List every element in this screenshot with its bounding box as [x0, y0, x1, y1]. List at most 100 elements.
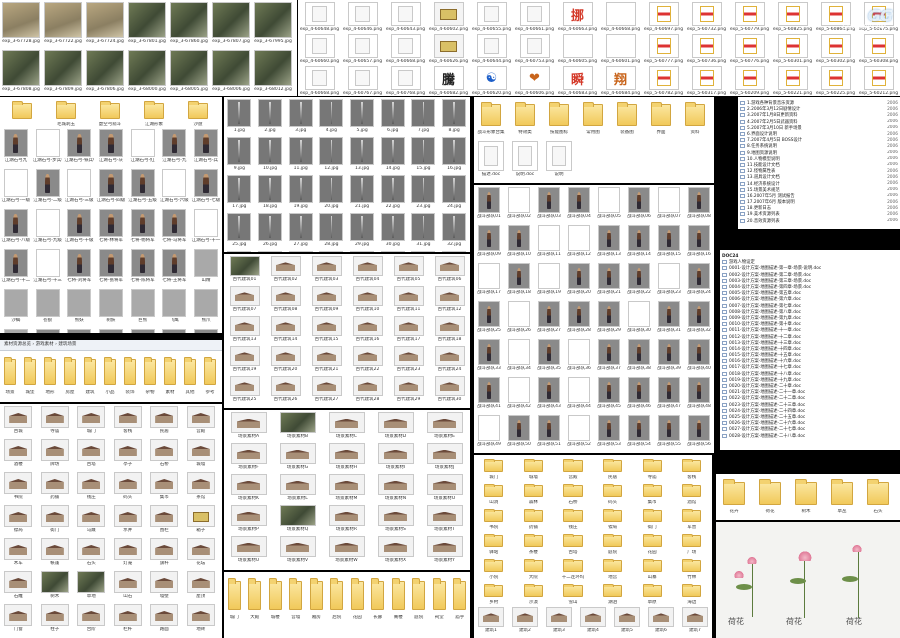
file-item[interactable]: 战斗部队31 [654, 299, 684, 337]
file-item[interactable]: 江湖石弓-八级 [0, 207, 32, 247]
file-item[interactable]: 战斗部队36 [564, 337, 594, 375]
file-item[interactable]: 战斗部队27 [534, 299, 564, 337]
file-item[interactable]: 战斗部队48 [684, 375, 714, 413]
file-item[interactable]: 民居 [593, 455, 633, 480]
file-item[interactable]: 场景素材B [273, 410, 322, 441]
file-item[interactable]: 战斗部队23 [654, 261, 684, 299]
file-item[interactable]: 界面 [644, 97, 678, 139]
file-item[interactable]: 场景素材K [224, 472, 273, 503]
file-item[interactable]: 战斗部队39 [654, 337, 684, 375]
file-item[interactable]: 阁楼 [388, 572, 409, 636]
file-item[interactable]: 场景素材R [322, 503, 371, 534]
file-item[interactable]: 花坛 [183, 536, 220, 569]
file-item[interactable]: 宫墙 [286, 572, 307, 636]
file-item[interactable]: 战斗部队05 [594, 185, 624, 223]
file-item[interactable]: 古代建筑27 [306, 374, 347, 404]
file-item[interactable]: exp_4-60602.png [427, 0, 470, 32]
file-item[interactable]: 集市 [146, 470, 183, 503]
file-item[interactable]: 古代建筑15 [306, 314, 347, 344]
file-item[interactable]: 江湖石弓-二级 [32, 167, 64, 207]
file-item[interactable]: 场景素材I [371, 441, 420, 472]
file-item[interactable]: 战斗部队06 [624, 185, 654, 223]
file-item[interactable]: 战斗部队35 [534, 337, 564, 375]
file-item[interactable]: 七将-张将军 [95, 247, 127, 287]
file-item[interactable]: 场景素材T [420, 503, 469, 534]
file-item[interactable]: 沙漠 [514, 580, 554, 605]
file-item[interactable]: 场景素材G [273, 441, 322, 472]
file-item[interactable]: 古代建筑16 [347, 314, 388, 344]
file-item[interactable]: 古代建筑22 [347, 344, 388, 374]
file-item[interactable]: 江湖石弓-四级 [95, 167, 127, 207]
file-item[interactable]: 城门 [73, 404, 110, 437]
file-item[interactable]: 38.jpg [377, 249, 408, 252]
file-item[interactable]: exp_4-60668.png [599, 0, 642, 32]
file-item[interactable]: 石桥 [553, 480, 593, 505]
file-item[interactable]: 古代建筑06 [429, 254, 470, 284]
file-item[interactable]: 古代建筑25 [224, 374, 265, 404]
file-item[interactable]: 战斗部队26 [504, 299, 534, 337]
file-item[interactable]: 场景素材X [371, 534, 420, 565]
file-item[interactable]: 战斗部队41 [474, 375, 504, 413]
file-item[interactable]: 七将-王将军 [158, 247, 190, 287]
file-item[interactable]: 石人 [32, 327, 64, 333]
file-item[interactable]: 2.jpg [255, 97, 286, 135]
file-item[interactable]: 江湖石弓-铁兵甲 [63, 127, 95, 167]
file-item[interactable]: 城堡 [20, 351, 40, 399]
file-item[interactable]: 4.jpg [316, 97, 347, 135]
file-item[interactable]: 古代建筑28 [347, 374, 388, 404]
file-item[interactable]: 庭院 [593, 530, 633, 555]
file-item[interactable]: 雪山 [553, 580, 593, 605]
file-item[interactable]: 17.jpg [224, 173, 255, 211]
file-item[interactable]: 茶楼 [514, 530, 554, 555]
file-item[interactable]: 古代建筑26 [265, 374, 306, 404]
file-item[interactable]: exp_5-60209.png [728, 64, 771, 96]
file-item[interactable]: 33.jpg [224, 249, 255, 252]
file-item[interactable]: 苍狼 [32, 287, 64, 327]
file-item[interactable]: 书院 [0, 470, 37, 503]
file-item[interactable]: 江湖石弓-步兵甲 [32, 127, 64, 167]
file-item[interactable]: 特效类 [508, 97, 542, 139]
file-item[interactable]: 6.jpg [377, 97, 408, 135]
file-item[interactable]: 石雕 [0, 569, 37, 602]
file-item[interactable]: 江湖石弓-六级 [158, 167, 190, 207]
file-item[interactable]: 帐篷 [37, 536, 74, 569]
file-item[interactable]: exp_3-67724.jpg [84, 0, 126, 48]
file-item[interactable]: exp_4-60753.png [513, 32, 556, 64]
file-item[interactable]: 战斗部队09 [474, 223, 504, 261]
file-item[interactable]: 广场 [672, 530, 712, 555]
file-item[interactable]: 场景素材F [224, 441, 273, 472]
file-item[interactable]: 江湖石弓-三级 [63, 167, 95, 207]
file-item[interactable]: exp_5-60825.png [771, 0, 814, 32]
file-item[interactable]: 场景素材H [322, 441, 371, 472]
file-item[interactable]: 药铺 [37, 470, 74, 503]
file-item[interactable]: 32.jpg [439, 211, 470, 249]
file-item[interactable] [0, 97, 44, 127]
file-item[interactable]: 七将-马将军 [158, 207, 190, 247]
file-item[interactable]: 箱子 [183, 503, 220, 536]
file-item[interactable]: exp_5-60732.png [685, 0, 728, 32]
file-item[interactable]: exp_4-60661.png [513, 0, 556, 32]
file-item[interactable]: exp_5-60736.png [685, 32, 728, 64]
file-item[interactable]: exp_4-60657.png [341, 32, 384, 64]
file-item[interactable]: 资料 [678, 97, 712, 139]
file-item[interactable]: 战斗部队22 [624, 261, 654, 299]
file-item[interactable]: 地砖 [183, 602, 220, 635]
file-item[interactable]: 江湖石弓-十三 [32, 247, 64, 287]
file-item[interactable]: 山鬼 [127, 327, 159, 333]
file-item[interactable]: 战斗部队45 [594, 375, 624, 413]
file-item[interactable]: 七将-陈将军 [127, 247, 159, 287]
file-item[interactable]: 古代建筑08 [265, 284, 306, 314]
file-item[interactable]: 7.jpg [408, 97, 439, 135]
file-item[interactable]: 江湖石弓-十一 [190, 207, 222, 247]
file-item[interactable]: exp_5-60212.png [857, 64, 900, 96]
file-item[interactable]: 江湖石弓-红 [127, 127, 159, 167]
file-item[interactable]: exp_4-60644.png [470, 32, 513, 64]
file-item[interactable]: 场景素材V [273, 534, 322, 565]
file-item[interactable]: 古代建筑12 [429, 284, 470, 314]
file-item[interactable]: 34.jpg [255, 249, 286, 252]
file-item[interactable]: 十二连环坞 [553, 555, 593, 580]
file-item[interactable]: 城墙 [183, 437, 220, 470]
file-item[interactable]: 海边 [672, 580, 712, 605]
file-item[interactable]: 战斗部队55 [654, 413, 684, 451]
file-item[interactable]: 墙壁 [146, 569, 183, 602]
